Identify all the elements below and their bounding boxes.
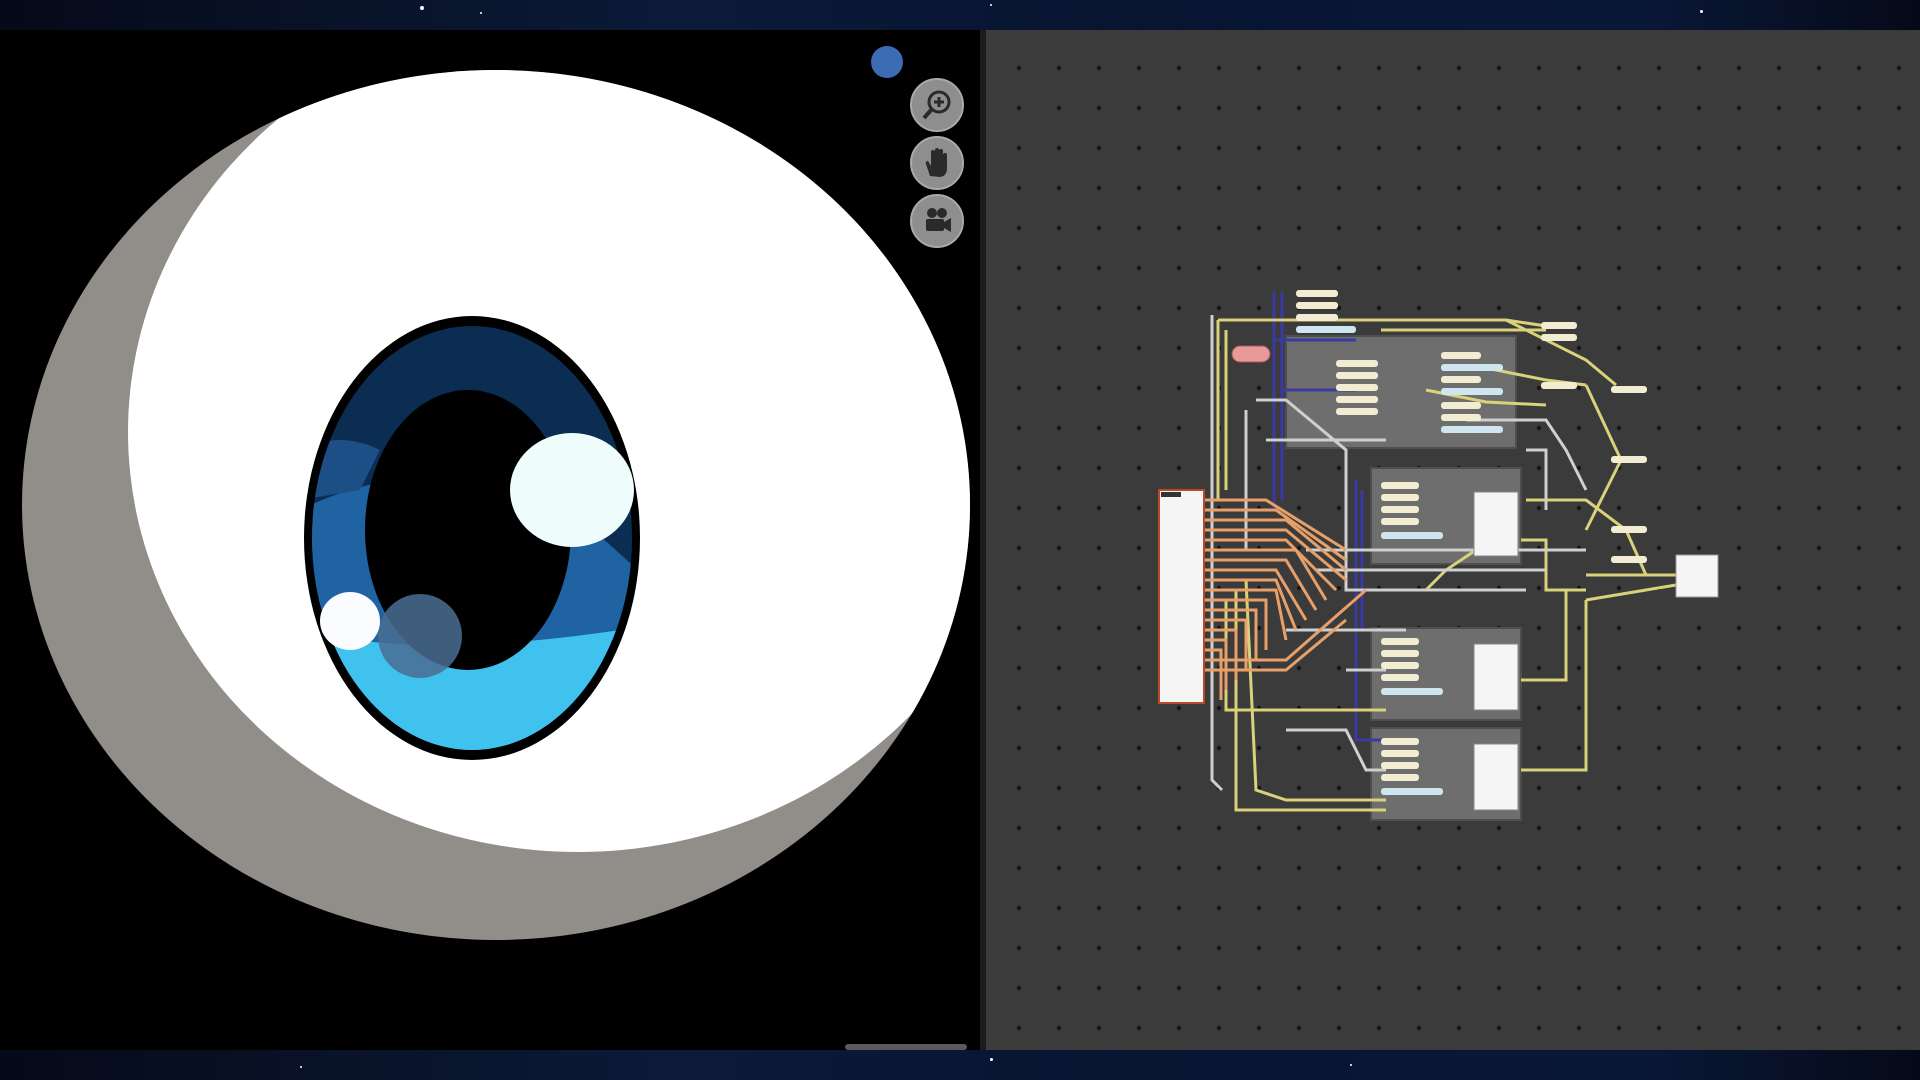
pink-node[interactable] xyxy=(1231,345,1271,363)
highlight-large xyxy=(510,433,634,547)
camera-tool-button[interactable] xyxy=(910,194,964,248)
eye-render xyxy=(22,70,970,940)
highlight-small xyxy=(320,592,380,650)
pan-tool-button[interactable] xyxy=(910,136,964,190)
star xyxy=(1350,1064,1352,1066)
background-top-band xyxy=(0,0,1920,30)
node-graph-canvas xyxy=(1158,290,1719,821)
panel-node[interactable] xyxy=(1473,491,1519,557)
panel-node[interactable] xyxy=(1473,743,1519,811)
background-bottom-band xyxy=(0,1050,1920,1080)
star xyxy=(300,1066,302,1068)
star xyxy=(990,1058,993,1061)
panel-node[interactable] xyxy=(1473,643,1519,711)
viewport-scrollbar[interactable] xyxy=(845,1044,967,1050)
zoom-tool-button[interactable] xyxy=(910,78,964,132)
list-node[interactable] xyxy=(1158,489,1205,704)
zoom-in-icon xyxy=(922,90,951,120)
output-node[interactable] xyxy=(1675,554,1719,598)
pupil-reflection xyxy=(378,594,462,678)
star xyxy=(1700,10,1703,13)
star xyxy=(990,4,992,6)
star xyxy=(480,12,482,14)
camera-icon xyxy=(926,208,951,232)
timeline-knob[interactable] xyxy=(871,46,903,78)
wire-group-orange xyxy=(1204,498,1367,700)
hand-icon xyxy=(925,148,947,177)
node-graph-panel[interactable] xyxy=(986,30,1920,1050)
render-viewport[interactable] xyxy=(0,30,980,1050)
star xyxy=(420,6,424,10)
